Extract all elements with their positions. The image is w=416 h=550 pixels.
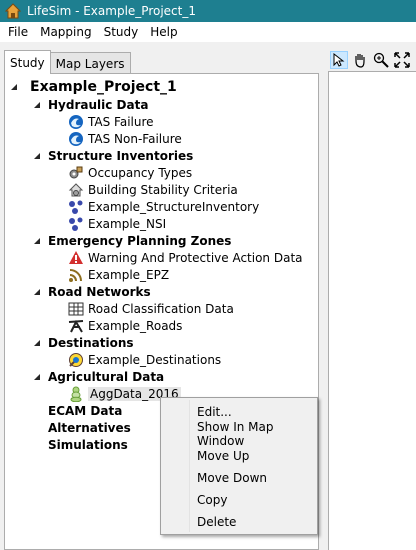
zoom-in-icon[interactable] (372, 51, 390, 69)
wheat-crop-icon (68, 386, 84, 402)
building-stability-icon (68, 182, 84, 198)
menu-item-edit[interactable]: Edit... (197, 403, 232, 421)
tree-item-example-epz[interactable]: Example_EPZ (68, 266, 169, 283)
hydraulic-wave-icon (68, 131, 84, 147)
road-network-icon (68, 318, 84, 334)
tree-group-simulations[interactable]: Simulations (48, 436, 128, 453)
hydraulic-wave-icon (68, 114, 84, 130)
menu-item-move-up[interactable]: Move Up (197, 447, 249, 465)
destination-target-icon (68, 352, 84, 368)
points-layer-icon (68, 216, 84, 232)
window-title: LifeSim - Example_Project_1 (27, 4, 196, 18)
grid-table-icon (68, 301, 84, 317)
tree-item-road-classification-data[interactable]: Road Classification Data (68, 300, 234, 317)
tree-item-example-roads[interactable]: Example_Roads (68, 317, 182, 334)
warning-triangle-icon (68, 250, 84, 266)
collapse-arrow-icon[interactable] (10, 83, 18, 91)
menu-item-move-down[interactable]: Move Down (197, 469, 267, 487)
panel-tabs: Study Map Layers (4, 50, 131, 74)
tree-item-example-structureinventory[interactable]: Example_StructureInventory (68, 198, 259, 215)
pointer-icon[interactable] (330, 51, 348, 69)
menu-bar: File Mapping Study Help (0, 22, 416, 42)
tree-group-destinations[interactable]: Destinations (48, 334, 134, 351)
tree-group-ecam-data[interactable]: ECAM Data (48, 402, 122, 419)
tree-group-emergency-planning-zones[interactable]: Emergency Planning Zones (48, 232, 231, 249)
panel-splitter[interactable] (322, 50, 326, 550)
collapse-arrow-icon[interactable] (33, 152, 41, 160)
tree-item-building-stability-criteria[interactable]: Building Stability Criteria (68, 181, 238, 198)
zoom-extent-icon[interactable] (393, 51, 411, 69)
occupancy-gear-icon (68, 165, 84, 181)
tree-item-tas-failure[interactable]: TAS Failure (68, 113, 154, 130)
tree-group-alternatives[interactable]: Alternatives (48, 419, 131, 436)
tree-group-agricultural-data[interactable]: Agricultural Data (48, 368, 164, 385)
menu-mapping[interactable]: Mapping (34, 25, 98, 39)
tree-item-example-nsi[interactable]: Example_NSI (68, 215, 166, 232)
tree-item-example-destinations[interactable]: Example_Destinations (68, 351, 221, 368)
context-menu-gutter (189, 400, 190, 532)
collapse-arrow-icon[interactable] (33, 373, 41, 381)
points-layer-icon (68, 199, 84, 215)
menu-item-copy[interactable]: Copy (197, 491, 227, 509)
tree-group-road-networks[interactable]: Road Networks (48, 283, 151, 300)
tree-group-hydraulic-data[interactable]: Hydraulic Data (48, 96, 148, 113)
collapse-arrow-icon[interactable] (33, 237, 41, 245)
menu-study[interactable]: Study (98, 25, 145, 39)
tab-study[interactable]: Study (4, 50, 51, 74)
collapse-arrow-icon[interactable] (33, 101, 41, 109)
house-app-icon (4, 3, 22, 19)
menu-help[interactable]: Help (144, 25, 183, 39)
tree-item-occupancy-types[interactable]: Occupancy Types (68, 164, 192, 181)
context-menu: Edit... Show In Map Window Move Up Move … (160, 397, 318, 535)
tree-item-tas-non-failure[interactable]: TAS Non-Failure (68, 130, 182, 147)
tree-item-warning-and-protective-action-data[interactable]: Warning And Protective Action Data (68, 249, 303, 266)
collapse-arrow-icon[interactable] (33, 288, 41, 296)
menu-item-show-in-map-window[interactable]: Show In Map Window (197, 420, 317, 448)
menu-file[interactable]: File (2, 25, 34, 39)
collapse-arrow-icon[interactable] (33, 339, 41, 347)
tree-root[interactable]: Example_Project_1 (30, 78, 177, 95)
broadcast-signal-icon (68, 267, 84, 283)
map-window[interactable] (328, 71, 416, 550)
title-bar: LifeSim - Example_Project_1 (0, 0, 416, 22)
menu-item-delete[interactable]: Delete (197, 513, 236, 531)
tree-group-structure-inventories[interactable]: Structure Inventories (48, 147, 193, 164)
tab-map-layers[interactable]: Map Layers (49, 52, 131, 74)
pan-hand-icon[interactable] (351, 51, 369, 69)
map-toolbar (330, 50, 414, 70)
